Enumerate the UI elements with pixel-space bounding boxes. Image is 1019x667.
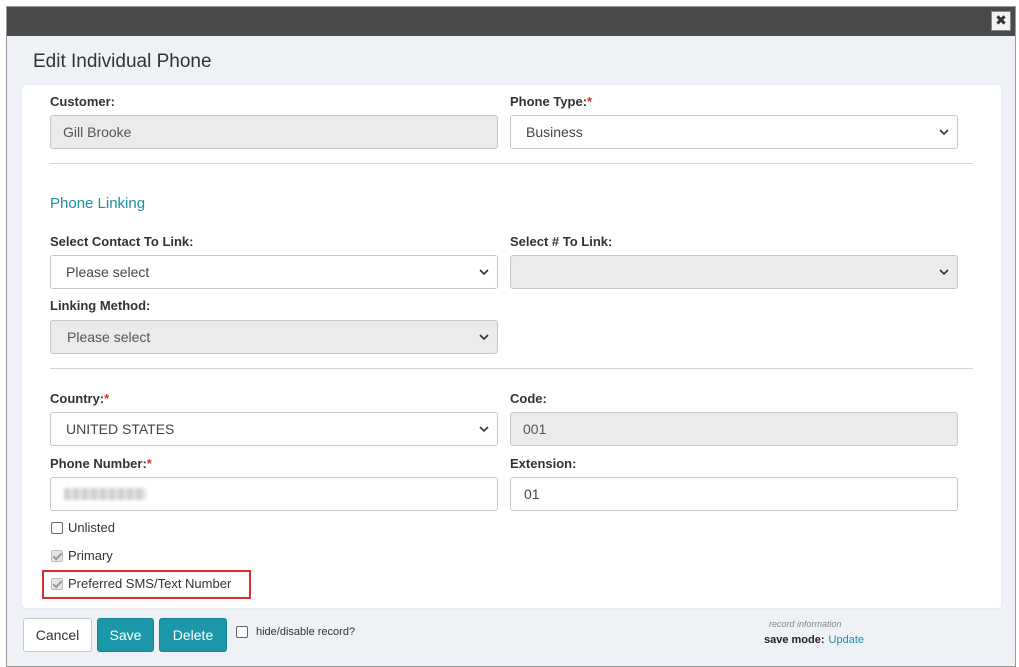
chevron-down-icon xyxy=(479,269,489,276)
linking-method-select[interactable]: Please select xyxy=(50,320,498,354)
extension-label: Extension: xyxy=(510,456,577,471)
chevron-down-icon xyxy=(479,426,489,433)
primary-label: Primary xyxy=(68,548,113,563)
record-info-label: record information xyxy=(769,619,842,629)
select-contact-label: Select Contact To Link: xyxy=(50,234,194,249)
save-button[interactable]: Save xyxy=(97,618,154,652)
save-mode-value: Update xyxy=(828,634,865,646)
customer-label: Customer: xyxy=(50,94,115,109)
extension-input[interactable]: 01 xyxy=(510,477,958,511)
dialog-title: Edit Individual Phone xyxy=(33,51,212,72)
required-mark: * xyxy=(104,391,110,406)
code-input[interactable]: 001 xyxy=(510,412,958,446)
hide-record-label: hide/disable record? xyxy=(256,626,356,638)
phone-type-value: Business xyxy=(526,124,583,140)
country-label: Country:* xyxy=(50,391,109,406)
code-label: Code: xyxy=(510,391,547,406)
select-contact-value: Please select xyxy=(66,264,150,280)
redacted-phone-number xyxy=(64,488,146,500)
highlight-annotation xyxy=(42,570,251,599)
hide-record-row[interactable]: hide/disable record? xyxy=(236,626,355,638)
unlisted-checkbox-row[interactable]: Unlisted xyxy=(51,520,115,535)
save-mode: save mode: Update xyxy=(764,634,864,646)
section-divider xyxy=(50,368,973,369)
country-select[interactable]: UNITED STATES xyxy=(50,412,498,446)
chevron-down-icon xyxy=(939,129,949,136)
chevron-down-icon xyxy=(939,269,949,276)
primary-checkbox-row[interactable]: Primary xyxy=(51,548,113,563)
customer-label-text: Customer: xyxy=(50,94,116,109)
country-label-text: Country: xyxy=(50,391,105,406)
linking-method-label: Linking Method: xyxy=(50,298,151,313)
unlisted-checkbox[interactable] xyxy=(51,521,63,534)
cancel-button[interactable]: Cancel xyxy=(23,618,92,652)
phone-type-select[interactable]: Business xyxy=(510,115,958,149)
phone-number-label-text: Phone Number: xyxy=(50,456,147,471)
phone-type-label: Phone Type:* xyxy=(510,94,592,109)
required-mark: * xyxy=(587,94,593,109)
select-number-label: Select # To Link: xyxy=(510,234,613,249)
page-background: ✖ Edit Individual Phone Customer: Gill B… xyxy=(0,0,1019,667)
close-icon[interactable]: ✖ xyxy=(991,11,1011,31)
required-mark: * xyxy=(146,456,152,471)
delete-button[interactable]: Delete xyxy=(159,618,227,652)
dialog-titlebar: ✖ xyxy=(7,7,1015,36)
section-divider xyxy=(50,163,973,164)
form-card: Customer: Gill Brooke Phone Type:* Busin… xyxy=(22,85,1001,608)
hide-record-checkbox[interactable] xyxy=(236,626,248,638)
phone-linking-title: Phone Linking xyxy=(50,195,146,212)
select-number-select[interactable] xyxy=(510,255,958,289)
save-mode-label: save mode: xyxy=(764,634,825,646)
unlisted-label: Unlisted xyxy=(68,520,115,535)
phone-number-input[interactable] xyxy=(50,477,498,511)
edit-phone-dialog: ✖ Edit Individual Phone Customer: Gill B… xyxy=(6,6,1016,667)
customer-input[interactable]: Gill Brooke xyxy=(50,115,498,149)
linking-method-value: Please select xyxy=(67,329,151,345)
phone-type-label-text: Phone Type: xyxy=(510,94,588,109)
country-value: UNITED STATES xyxy=(66,421,175,437)
phone-number-label: Phone Number:* xyxy=(50,456,152,471)
select-contact-select[interactable]: Please select xyxy=(50,255,498,289)
chevron-down-icon xyxy=(479,334,489,341)
primary-checkbox[interactable] xyxy=(51,549,63,562)
